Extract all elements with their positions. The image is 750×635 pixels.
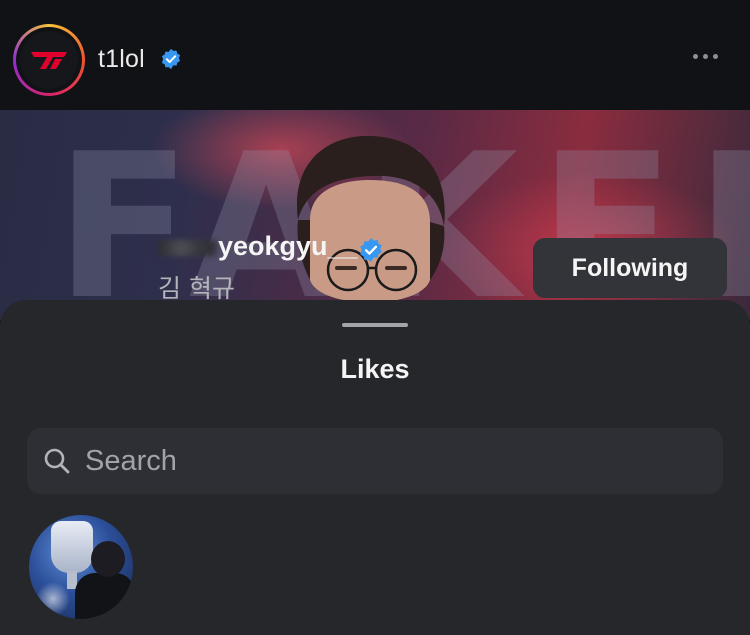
profile-avatar[interactable] [16,27,82,93]
search-icon [43,447,71,480]
post-username[interactable]: t1lol [98,45,145,74]
user-username[interactable]: yeokgyu__ [158,231,358,262]
avatar[interactable] [29,515,133,619]
user-full-name: 김 혁규 [158,274,235,303]
sheet-title: Likes [340,354,410,384]
t1-logo-icon [20,31,78,89]
post-header: t1lol [0,0,750,110]
redaction-blur [158,239,216,256]
following-button[interactable]: Following [533,238,727,298]
likes-sheet: Likes [0,300,750,635]
list-item[interactable] [0,512,750,622]
search-bar[interactable] [27,428,723,494]
sheet-grabber[interactable] [342,323,408,327]
more-options-icon[interactable] [693,54,718,59]
story-avatar-ring[interactable] [13,24,85,96]
verified-icon [160,48,182,75]
person-photo [296,135,445,303]
search-input[interactable] [85,428,685,494]
verified-icon [358,237,384,268]
